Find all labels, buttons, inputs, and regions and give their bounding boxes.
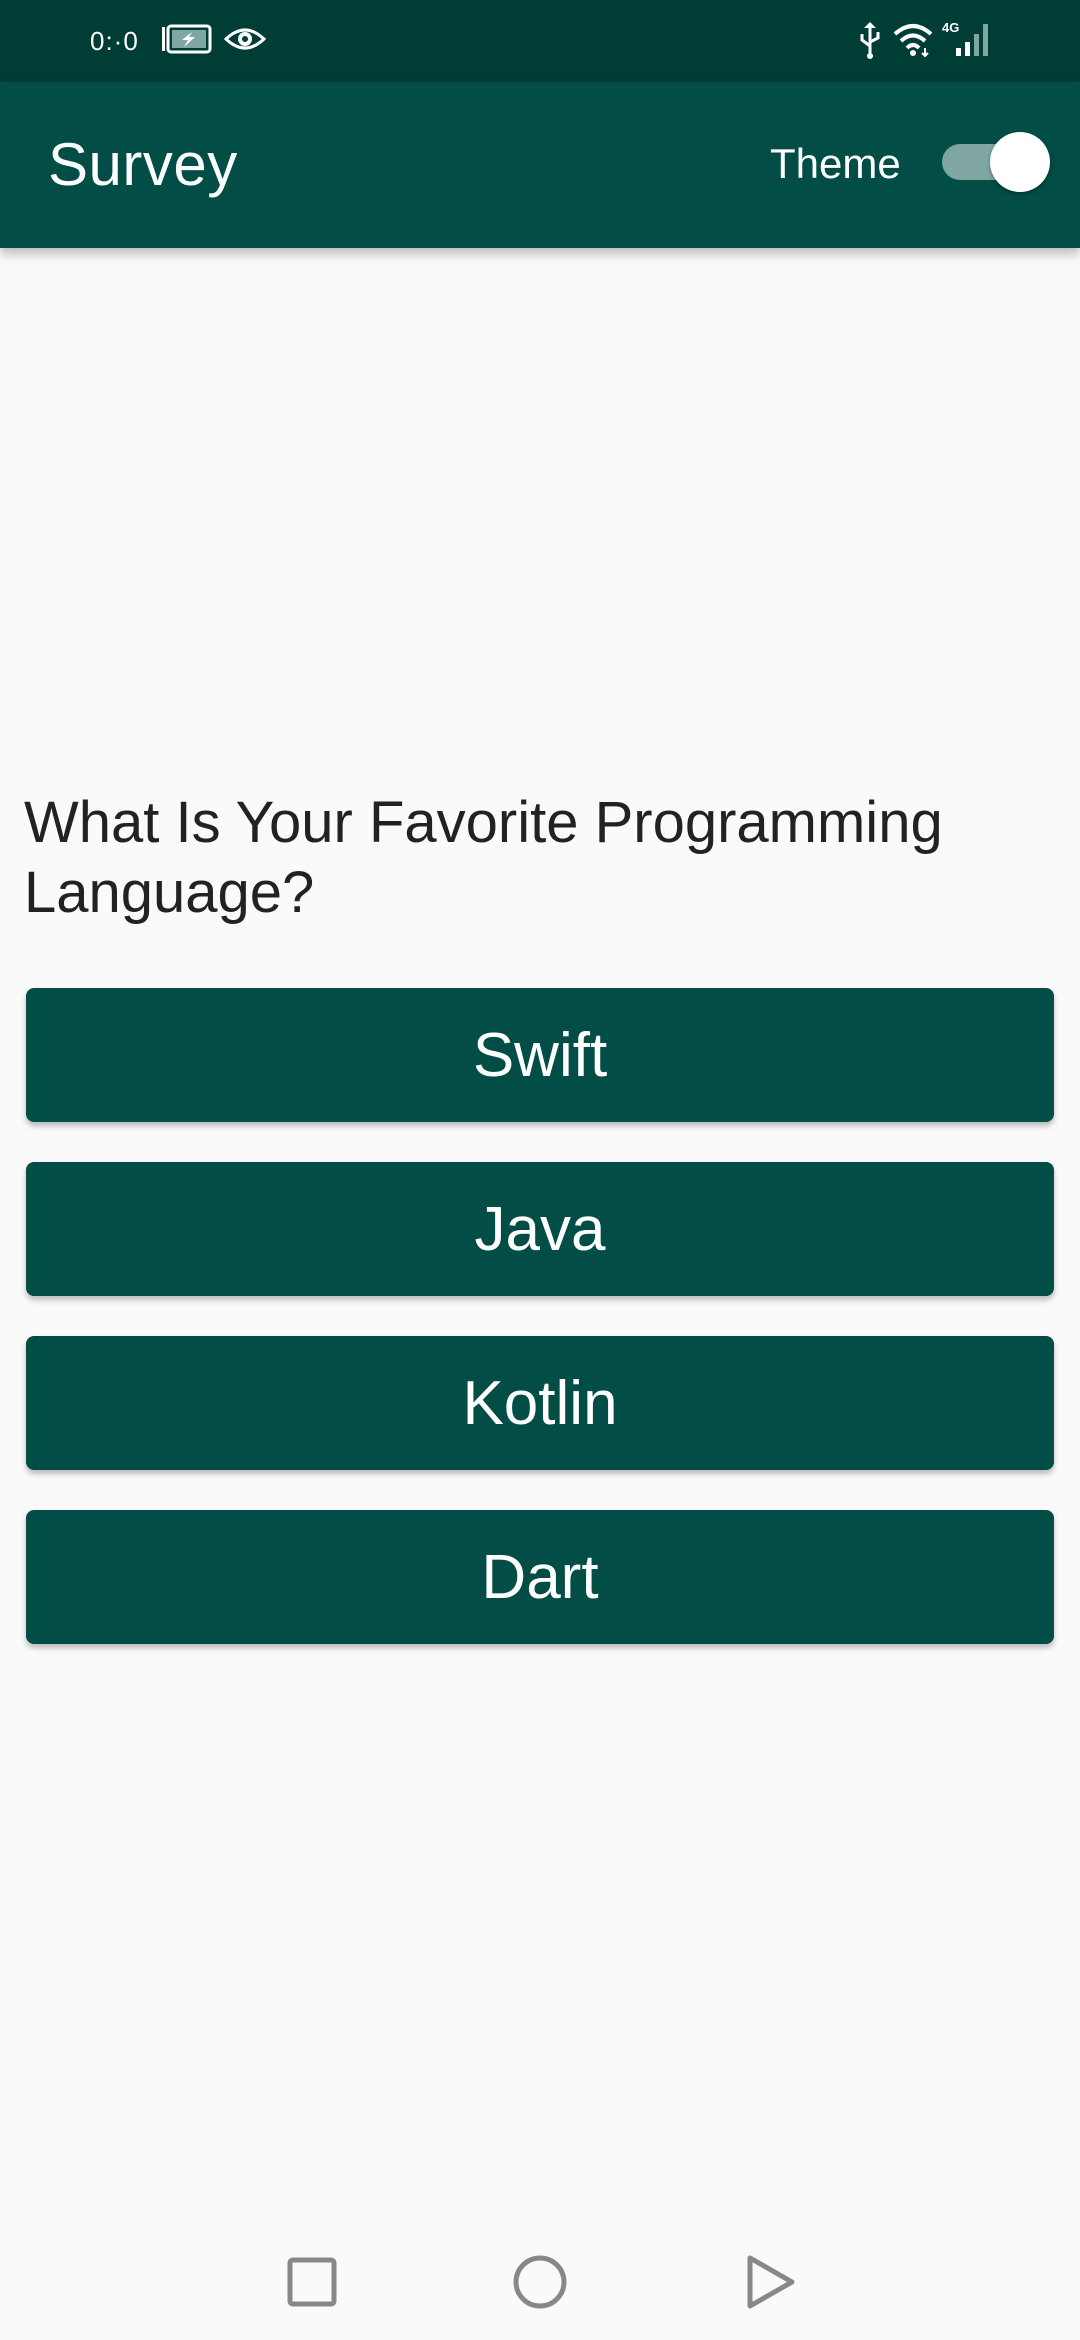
wifi-icon bbox=[893, 24, 933, 58]
navigation-bar bbox=[0, 2220, 1080, 2340]
signal-4g-icon: 4G bbox=[942, 20, 988, 56]
recent-apps-icon[interactable] bbox=[280, 2250, 344, 2314]
answer-button-java[interactable]: Java bbox=[26, 1162, 1054, 1296]
theme-toggle[interactable] bbox=[942, 132, 1050, 192]
battery-charging-icon bbox=[162, 24, 212, 54]
question-text: What Is Your Favorite Programming Langua… bbox=[24, 790, 943, 925]
app-title: Survey bbox=[48, 131, 238, 198]
signal-label: 4G bbox=[942, 20, 959, 35]
home-icon[interactable] bbox=[508, 2250, 572, 2314]
status-time: 0:·0 bbox=[90, 26, 139, 56]
theme-label: Theme bbox=[770, 140, 901, 187]
answer-button-swift[interactable]: Swift bbox=[26, 988, 1054, 1122]
app-bar: Survey Theme bbox=[0, 82, 1080, 248]
answer-button-dart[interactable]: Dart bbox=[26, 1510, 1054, 1644]
answer-button-kotlin[interactable]: Kotlin bbox=[26, 1336, 1054, 1470]
status-bar: 0:·0 4G bbox=[0, 0, 1080, 82]
theme-toggle-thumb bbox=[990, 132, 1050, 192]
usb-icon bbox=[860, 22, 880, 59]
eye-icon bbox=[224, 28, 266, 50]
back-icon[interactable] bbox=[738, 2250, 802, 2314]
